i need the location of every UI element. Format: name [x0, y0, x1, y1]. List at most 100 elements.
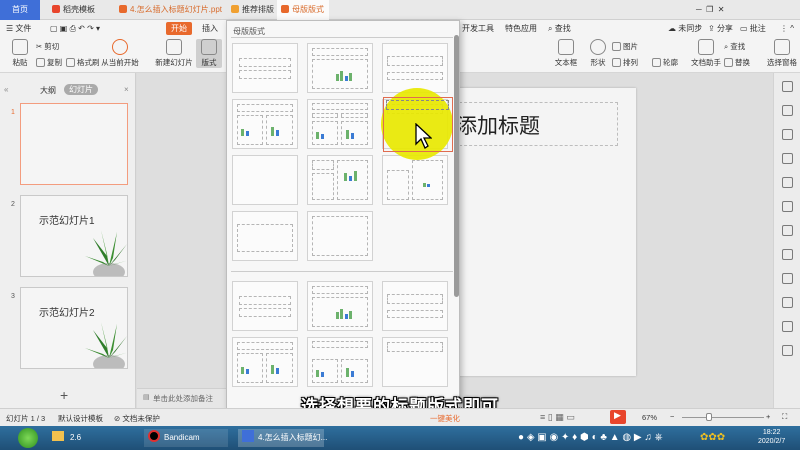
animation-icon[interactable] — [782, 153, 793, 164]
layout-vertical-text[interactable] — [307, 211, 373, 261]
layout-comparison[interactable] — [307, 99, 373, 149]
backup-icon[interactable] — [782, 297, 793, 308]
dropdown-header: 母版版式 — [233, 27, 265, 36]
doc-protect[interactable]: ⊘ 文档未保护 — [114, 413, 160, 424]
scroll-up-icon[interactable] — [782, 81, 793, 92]
slide-panel: « 大纲 幻灯片 × 1 2 示范幻灯片1 3 示范幻灯片2 + — [0, 73, 136, 408]
tab-recommended-layout[interactable]: 推荐排版 — [227, 0, 275, 20]
slide-thumb-title: 示范幻灯片1 — [39, 216, 95, 227]
tab-document[interactable]: 4.怎么插入标题幻灯片.ppt — [115, 0, 225, 20]
layout-title-content[interactable] — [307, 43, 373, 93]
layout-picture-caption[interactable] — [382, 155, 448, 205]
layout-content-caption[interactable] — [307, 155, 373, 205]
clock[interactable]: 18:22 2020/2/7 — [758, 428, 785, 446]
layout-title-only-2[interactable] — [232, 281, 298, 331]
taskbar-folder[interactable]: 2.6 — [52, 429, 81, 447]
outline-button[interactable]: 轮廓 — [652, 57, 678, 68]
tab-outline[interactable]: 大纲 — [40, 85, 56, 96]
grid-icon[interactable] — [782, 225, 793, 236]
share-icon[interactable] — [782, 273, 793, 284]
new-slide-button[interactable]: 新建幻灯片 — [150, 39, 198, 68]
image-icon — [612, 42, 621, 51]
menu-devtools[interactable]: 开发工具 — [462, 22, 494, 35]
menu-search[interactable]: ⌕ 查找 — [548, 22, 571, 35]
close-panel-icon[interactable]: × — [124, 85, 129, 94]
zoom-in-icon[interactable]: + — [766, 412, 770, 421]
settings-icon[interactable] — [782, 321, 793, 332]
layout-title-only[interactable] — [232, 43, 298, 93]
layout-two-content[interactable] — [232, 99, 298, 149]
menu-features[interactable]: 特色应用 — [505, 22, 537, 35]
tab-slides[interactable]: 幻灯片 — [64, 84, 98, 95]
help-icon[interactable] — [782, 345, 793, 356]
close-icon[interactable]: ✕ — [718, 5, 725, 14]
tray-icons[interactable]: ● ◈ ▣ ◉ ✦ ♦ ⬢ ◐ ♣ ▲ ◍ ▶ ♫ ⎈ — [518, 429, 663, 447]
select-pane-button[interactable]: 选择窗格 — [762, 39, 800, 68]
slide-thumb-2[interactable]: 示范幻灯片1 — [20, 195, 128, 277]
arrange-button[interactable]: 排列 — [612, 57, 638, 68]
zoom-slider-thumb[interactable] — [706, 413, 712, 421]
picture-button[interactable]: 图片 — [612, 41, 638, 52]
layout-section-header-2[interactable] — [382, 281, 448, 331]
shape-style-icon[interactable] — [782, 129, 793, 140]
scrollbar-thumb[interactable] — [454, 35, 459, 297]
design-template[interactable]: 默认设计模板 — [58, 413, 103, 424]
layout-title-content-2[interactable] — [307, 281, 373, 331]
menu-file[interactable]: ☰ 文件 — [6, 22, 31, 35]
window-controls[interactable]: ─ ❐ ✕ — [692, 0, 724, 20]
format-painter-button[interactable]: 格式刷 — [66, 57, 100, 68]
menu-start[interactable]: 开始 — [166, 22, 192, 35]
layout-button[interactable]: 版式 — [196, 39, 222, 68]
doc-helper-button[interactable]: 文档助手 — [686, 39, 726, 68]
shape-icon — [590, 39, 606, 55]
zoom-level[interactable]: 67% — [642, 413, 657, 422]
from-current-button[interactable]: 从当前开始 — [96, 39, 144, 68]
os-taskbar: 2.6 Bandicam 4.怎么插入标题幻... ● ◈ ▣ ◉ ✦ ♦ ⬢ … — [0, 426, 800, 450]
slide-thumb-3[interactable]: 示范幻灯片2 — [20, 287, 128, 369]
view-mode-icons[interactable]: ≡ ▯ ▦ ▭ — [540, 412, 575, 423]
share-button[interactable]: ⇪ 分享 — [708, 22, 733, 35]
record-icon — [148, 430, 160, 442]
transition-icon[interactable] — [782, 177, 793, 188]
layout-title-only-3[interactable] — [382, 337, 448, 387]
slide-canvas[interactable]: 添加标题 — [452, 88, 636, 376]
slide-thumb-1[interactable] — [20, 103, 128, 185]
collapse-panel-icon[interactable]: « — [4, 85, 8, 94]
tab-label: 推荐排版 — [242, 5, 274, 14]
taskbar-bandicam[interactable]: Bandicam — [144, 429, 228, 447]
layout-vertical-title[interactable] — [232, 211, 298, 261]
copy-button[interactable]: 复制 — [36, 57, 62, 68]
comment-icon: ▭ — [740, 24, 750, 33]
quick-access-icons[interactable]: ▢ ▣ ⎙ ↶ ↷ ▾ — [50, 22, 100, 35]
restore-icon[interactable]: ❐ — [706, 5, 713, 14]
sync-status[interactable]: ☁ 未同步 — [668, 22, 702, 35]
tab-docer-templates[interactable]: 稻壳模板 — [48, 0, 112, 20]
beautify-button[interactable]: 一键美化 — [430, 413, 460, 424]
replace-button[interactable]: 替换 — [724, 57, 750, 68]
taskbar-wps[interactable]: 4.怎么插入标题幻... — [238, 429, 327, 447]
fit-window-icon[interactable]: ⛶ — [782, 412, 787, 422]
divider — [231, 271, 453, 272]
properties-icon[interactable] — [782, 105, 793, 116]
annotate-button[interactable]: ▭ 批注 — [740, 22, 766, 35]
chart-icon[interactable] — [782, 249, 793, 260]
more-menu[interactable]: ⋮ ^ — [780, 22, 794, 35]
zoom-out-icon[interactable]: − — [670, 412, 674, 421]
tab-home[interactable]: 首页 — [0, 0, 40, 20]
minimize-icon[interactable]: ─ — [696, 5, 702, 14]
folder-icon — [52, 431, 64, 441]
paste-button[interactable]: 粘贴 — [0, 39, 40, 68]
layout-comparison-2[interactable] — [307, 337, 373, 387]
play-icon — [112, 39, 128, 55]
start-button[interactable] — [18, 428, 38, 448]
tab-master-layouts[interactable]: 母版版式 — [277, 0, 329, 20]
cut-button[interactable]: ✂ 剪切 — [36, 41, 59, 52]
succulent-plant-image — [85, 230, 127, 276]
layout-blank[interactable] — [232, 155, 298, 205]
cursor-icon[interactable] — [782, 201, 793, 212]
menu-insert[interactable]: 插入 — [202, 22, 218, 35]
zoom-slider[interactable] — [682, 417, 764, 418]
find-button[interactable]: ⌕ 查找 — [724, 41, 745, 52]
layout-two-content-2[interactable] — [232, 337, 298, 387]
layout-section-header[interactable] — [382, 43, 448, 93]
